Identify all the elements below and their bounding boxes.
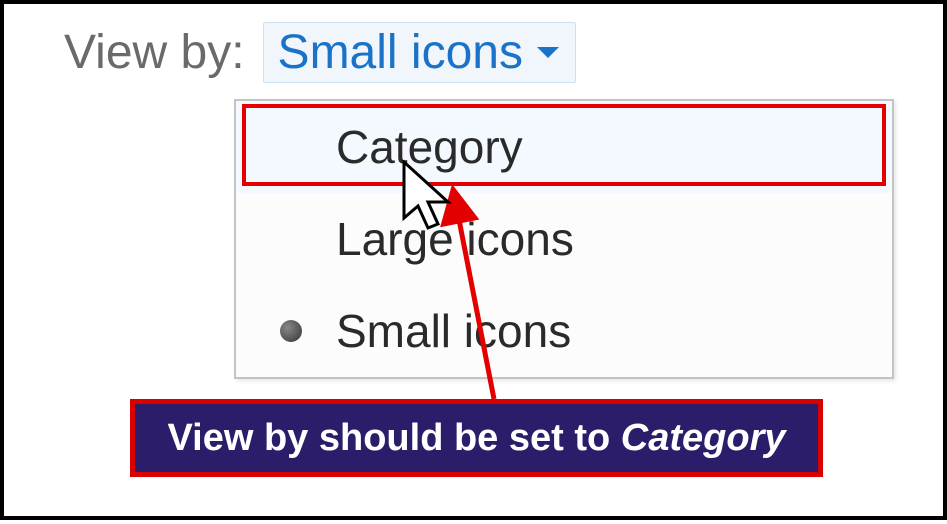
annotation-callout: View by should be set to Category <box>130 399 823 477</box>
view-by-row: View by: Small icons <box>4 4 943 83</box>
menu-item-label: Large icons <box>336 212 882 266</box>
menu-item-small-icons[interactable]: Small icons <box>236 285 892 377</box>
annotation-text: View by should be set to Category <box>168 417 786 460</box>
menu-item-label: Small icons <box>336 304 882 358</box>
selected-bullet-icon <box>280 320 302 342</box>
chevron-down-icon <box>537 47 559 58</box>
annotation-emphasis: Category <box>621 417 786 459</box>
bullet-slot <box>246 320 336 342</box>
dropdown-selected-text: Small icons <box>278 25 523 80</box>
view-by-menu: Category Large icons Small icons <box>234 99 894 379</box>
menu-item-large-icons[interactable]: Large icons <box>236 193 892 285</box>
view-by-dropdown[interactable]: Small icons <box>263 22 576 83</box>
menu-item-category[interactable]: Category <box>236 101 892 193</box>
annotation-prefix: View by should be set to <box>168 417 621 459</box>
menu-item-label: Category <box>336 120 882 174</box>
view-by-label: View by: <box>64 25 245 80</box>
